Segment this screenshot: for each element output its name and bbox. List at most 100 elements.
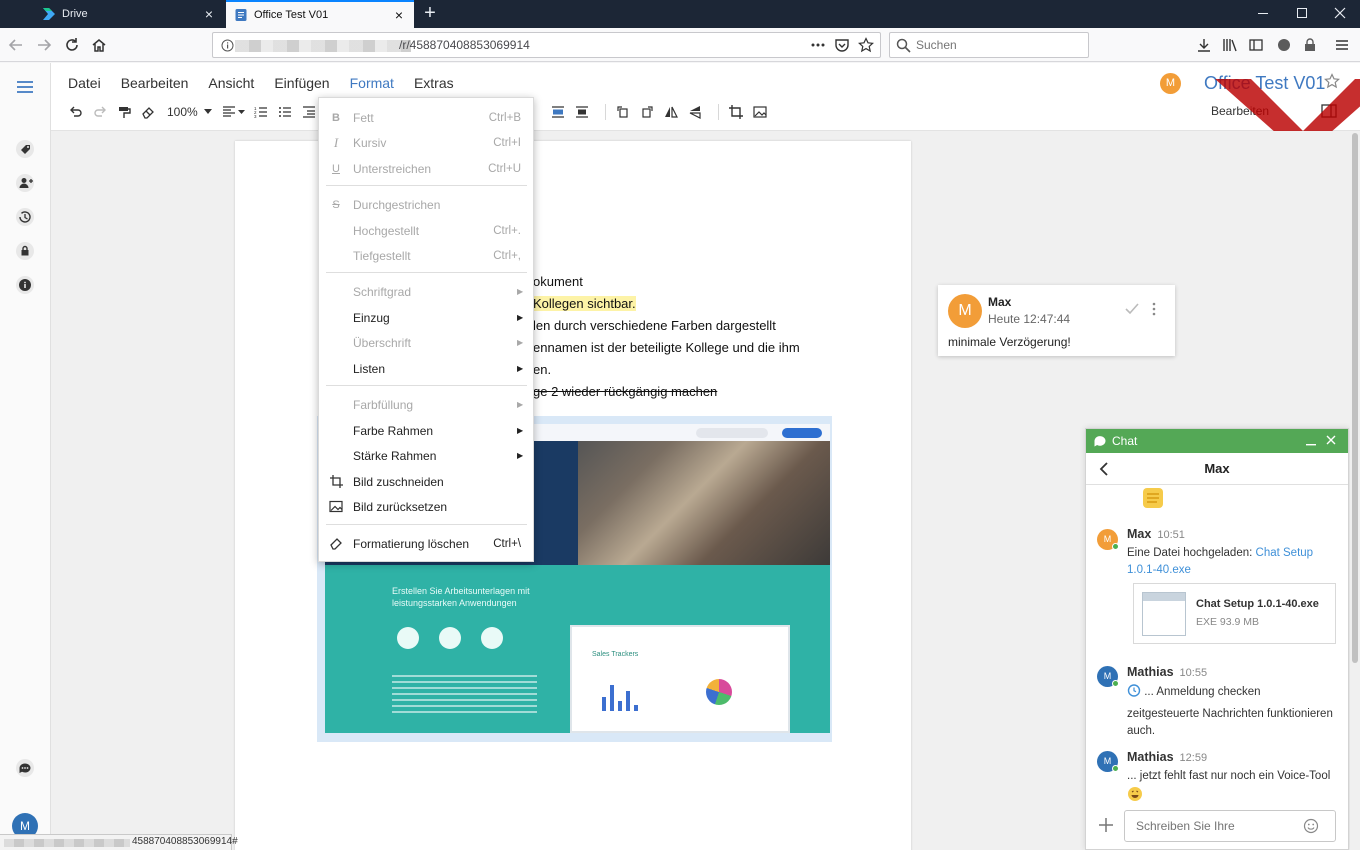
zoom-level[interactable]: 100% — [167, 105, 198, 119]
downloads-icon[interactable] — [1196, 37, 1212, 53]
comment-card[interactable]: M Max Heute 12:47:44 minimale Verzögerun… — [938, 285, 1175, 356]
sidebar-icon[interactable] — [1248, 37, 1264, 53]
menu-item-fill-color[interactable]: Farbfüllung ▶ — [319, 392, 533, 417]
chat-messages[interactable]: M Max 10:51 Eine Datei hochgeladen: Chat … — [1086, 486, 1348, 808]
window-minimize-icon[interactable] — [1256, 6, 1270, 20]
doc-line[interactable]: okument — [533, 274, 583, 289]
doc-line-highlighted[interactable]: Kollegen sichtbar. — [533, 296, 636, 311]
home-icon[interactable] — [90, 36, 108, 54]
wrap-top-bottom-icon[interactable] — [573, 103, 591, 121]
chevron-down-icon[interactable] — [203, 103, 212, 121]
tab-close-icon[interactable]: × — [392, 8, 406, 22]
info-icon[interactable] — [15, 275, 35, 295]
hamburger-menu-icon[interactable] — [1334, 37, 1350, 53]
url-bar[interactable]: /r/458870408853069914 — [212, 32, 881, 58]
browser-search-input[interactable] — [916, 37, 1084, 53]
sidebar-toggle-icon[interactable] — [1321, 103, 1337, 119]
menu-item-heading[interactable]: Überschrift ▶ — [319, 330, 533, 355]
wrap-inline-icon[interactable] — [549, 103, 567, 121]
document-title[interactable]: Office Test V01 — [1204, 73, 1325, 94]
menu-item-strikethrough[interactable]: S Durchgestrichen — [319, 192, 533, 217]
info-icon[interactable] — [221, 39, 234, 52]
chat-bubble-icon[interactable] — [15, 758, 35, 778]
window-maximize-icon[interactable] — [1295, 6, 1309, 20]
doc-line[interactable]: len durch verschiedene Farben dargestell… — [533, 318, 776, 333]
image-reset-icon[interactable] — [751, 103, 769, 121]
more-vertical-icon[interactable] — [1151, 302, 1157, 316]
menu-einfuegen[interactable]: Einfügen — [267, 71, 336, 95]
collaborator-avatar[interactable]: M — [1160, 73, 1181, 94]
file-attachment[interactable]: Chat Setup 1.0.1-40.exe EXE 93.9 MB — [1133, 583, 1336, 644]
forward-icon[interactable] — [35, 36, 53, 54]
paint-format-icon[interactable] — [115, 103, 133, 121]
hamburger-menu-icon[interactable] — [14, 77, 36, 97]
menu-item-label: Farbe Rahmen — [353, 423, 434, 438]
menu-extras[interactable]: Extras — [407, 71, 461, 95]
emoji-picker-icon[interactable] — [1303, 818, 1319, 834]
resolve-check-icon[interactable] — [1125, 302, 1139, 316]
menu-item-clear-formatting[interactable]: Formatierung löschen Ctrl+\ — [319, 531, 533, 556]
reload-icon[interactable] — [63, 36, 81, 54]
tab-close-icon[interactable]: × — [202, 7, 216, 21]
menu-ansicht[interactable]: Ansicht — [201, 71, 261, 95]
rotate-left-icon[interactable] — [614, 103, 632, 121]
tag-icon[interactable] — [15, 139, 35, 159]
clear-format-icon[interactable] — [139, 103, 157, 121]
edit-mode-button[interactable]: Bearbeiten — [1211, 104, 1269, 118]
browser-search-box[interactable] — [889, 32, 1089, 58]
library-icon[interactable] — [1222, 37, 1238, 53]
submenu-arrow-icon: ▶ — [517, 364, 524, 373]
menu-datei[interactable]: Datei — [61, 71, 108, 95]
favorite-star-icon[interactable] — [1324, 73, 1340, 89]
numbered-list-icon[interactable]: 123 — [252, 103, 270, 121]
add-attachment-icon[interactable] — [1098, 817, 1114, 833]
add-user-icon[interactable] — [15, 173, 35, 193]
menu-item-crop-image[interactable]: Bild zuschneiden — [319, 469, 533, 494]
bullet-list-icon[interactable] — [276, 103, 294, 121]
addon-icon[interactable] — [1276, 37, 1292, 53]
crop-icon[interactable] — [727, 103, 745, 121]
rotate-right-icon[interactable] — [638, 103, 656, 121]
menu-item-reset-image[interactable]: Bild zurücksetzen — [319, 494, 533, 519]
flip-vertical-icon[interactable] — [686, 103, 704, 121]
chat-header[interactable]: Chat — [1086, 429, 1348, 453]
minimize-icon[interactable] — [1306, 434, 1316, 446]
new-tab-icon[interactable]: + — [420, 3, 440, 23]
undo-icon[interactable] — [67, 103, 85, 121]
menu-item-underline[interactable]: U Unterstreichen Ctrl+U — [319, 156, 533, 181]
close-icon[interactable] — [1325, 434, 1337, 446]
tab-drive[interactable]: Drive × — [34, 0, 224, 28]
menu-item-subscript[interactable]: Tiefgestellt Ctrl+, — [319, 243, 533, 268]
redo-icon[interactable] — [91, 103, 109, 121]
menu-item-lists[interactable]: Listen ▶ — [319, 356, 533, 381]
lock-icon[interactable] — [15, 241, 35, 261]
page-actions-icon[interactable] — [810, 37, 826, 53]
doc-line-strikethrough[interactable]: ge 2 wieder rückgängig machen — [533, 384, 717, 399]
back-icon[interactable] — [7, 36, 25, 54]
format-toolbar: 100% 123 — [67, 103, 324, 121]
grinning-emoji-icon — [1128, 787, 1142, 801]
align-left-icon[interactable] — [222, 103, 246, 121]
doc-line[interactable]: en. — [533, 362, 551, 377]
menu-item-border-color[interactable]: Farbe Rahmen ▶ — [319, 418, 533, 443]
page-scrollbar[interactable] — [1350, 131, 1360, 850]
menu-item-italic[interactable]: I Kursiv Ctrl+I — [319, 130, 533, 155]
history-icon[interactable] — [15, 207, 35, 227]
scrollbar-thumb[interactable] — [1352, 133, 1358, 663]
menu-item-indent[interactable]: Einzug ▶ — [319, 305, 533, 330]
menu-item-font-size[interactable]: Schriftgrad ▶ — [319, 279, 533, 304]
menu-item-bold[interactable]: B Fett Ctrl+B — [319, 105, 533, 130]
browser-navbar: /r/458870408853069914 — [0, 28, 1360, 62]
addon-lock-icon[interactable] — [1302, 37, 1318, 53]
doc-line[interactable]: ennamen ist der beteiligte Kollege und d… — [533, 340, 800, 355]
menu-item-border-width[interactable]: Stärke Rahmen ▶ — [319, 443, 533, 468]
menu-bearbeiten[interactable]: Bearbeiten — [114, 71, 196, 95]
tab-office-test[interactable]: Office Test V01 × — [226, 0, 414, 28]
window-close-icon[interactable] — [1333, 6, 1347, 20]
menu-format[interactable]: Format — [343, 71, 401, 95]
bookmark-star-icon[interactable] — [858, 37, 874, 53]
menu-item-superscript[interactable]: Hochgestellt Ctrl+. — [319, 218, 533, 243]
indent-icon[interactable] — [300, 103, 318, 121]
flip-horizontal-icon[interactable] — [662, 103, 680, 121]
pocket-icon[interactable] — [834, 37, 850, 53]
